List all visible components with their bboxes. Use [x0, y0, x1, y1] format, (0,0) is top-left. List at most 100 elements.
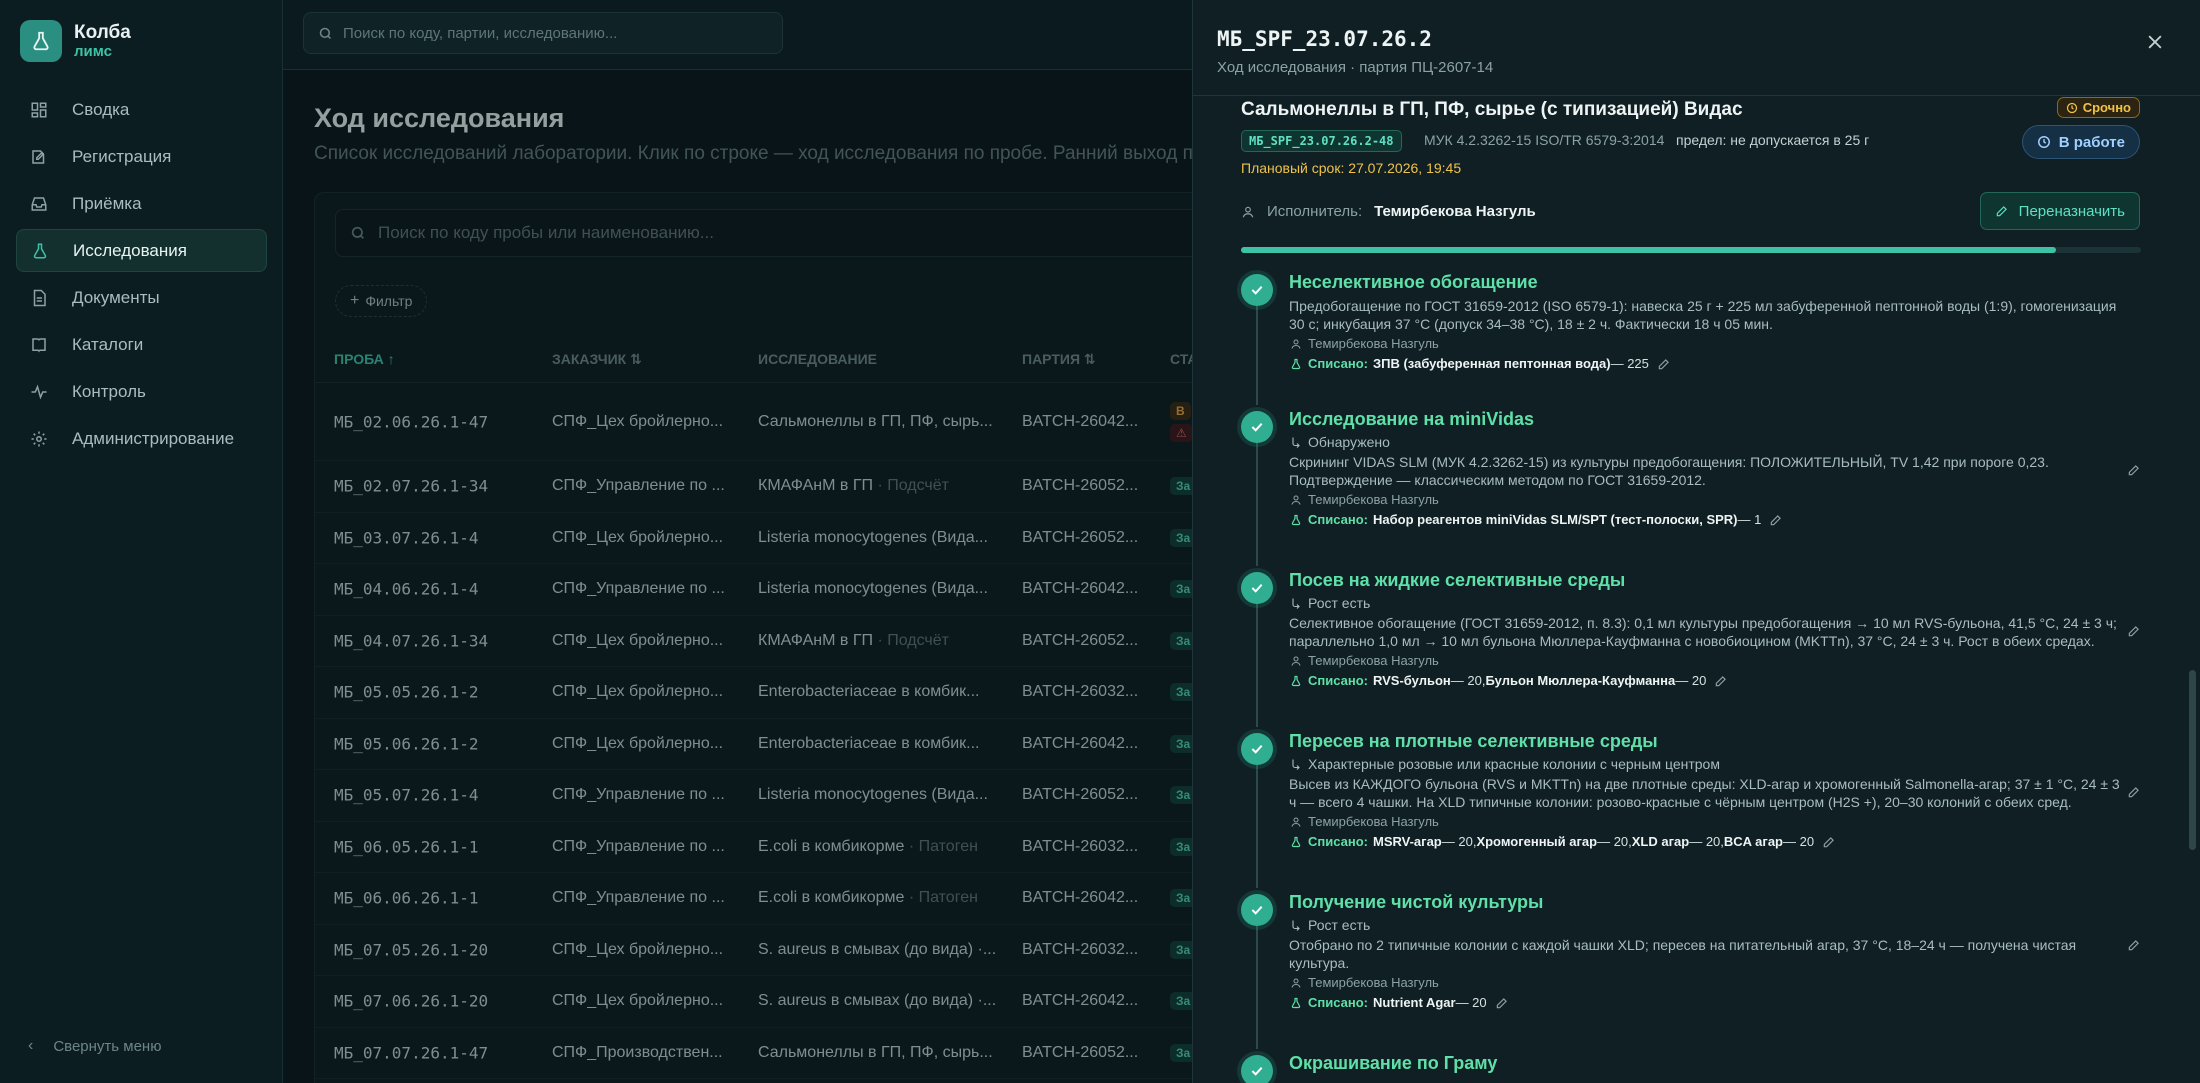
- step-person: Темирбекова Назгуль: [1289, 336, 2129, 351]
- user-icon: [1289, 493, 1303, 507]
- brand-name: Колба: [74, 22, 131, 43]
- sidebar-item-control[interactable]: Контроль: [16, 370, 267, 413]
- writeoff-item: Бульон Мюллера-Кауфманна: [1485, 673, 1676, 688]
- writeoff-item: Nutrient Agar: [1372, 995, 1456, 1010]
- timeline-connector: [1256, 304, 1258, 405]
- step-body: Исследование на miniVidas Обнаружено Скрин…: [1289, 407, 2129, 527]
- chevron-left-icon: ‹: [28, 1037, 34, 1054]
- step-writeoff: Списано: Набор реагентов miniVidas SLM/SP…: [1289, 512, 2129, 527]
- pencil-icon[interactable]: [1769, 513, 1783, 527]
- document-icon: [28, 287, 50, 309]
- sidebar-item-documents[interactable]: Документы: [16, 276, 267, 319]
- book-icon: [28, 334, 50, 356]
- edit-step-icon[interactable]: [2127, 938, 2143, 954]
- step-outcome: Обнаружено: [1289, 434, 2129, 450]
- pencil-icon[interactable]: [1657, 357, 1671, 371]
- writeoff-item: MSRV-агар: [1372, 834, 1442, 849]
- clock-icon: [2037, 136, 2050, 148]
- edit-step-icon[interactable]: [2127, 785, 2143, 801]
- step-person-name: Темирбекова Назгуль: [1308, 653, 1439, 668]
- drawer-backdrop[interactable]: [283, 70, 1192, 1083]
- urgent-badge: Срочно: [2056, 97, 2140, 118]
- step-person-name: Темирбекова Назгуль: [1308, 336, 1439, 351]
- brand-sub: лимс: [74, 43, 112, 60]
- sidebar-item-label: Каталоги: [72, 334, 144, 354]
- sidebar-item-summary[interactable]: Сводка: [16, 88, 267, 131]
- writeoff-qty: — 20: [1675, 673, 1707, 688]
- progress-bar: [1241, 247, 2141, 253]
- sidebar-item-label: Администрирование: [72, 428, 235, 448]
- brand[interactable]: Колба лимс: [20, 20, 131, 62]
- writeoff-item: Хромогенный агар: [1476, 834, 1598, 849]
- flask-icon: [1289, 513, 1303, 527]
- status-label: В работе: [2058, 133, 2125, 151]
- status-in-work-button[interactable]: В работе: [2021, 125, 2140, 159]
- collapse-label: Свернуть меню: [53, 1037, 162, 1055]
- step-title: Исследование на miniVidas: [1289, 409, 1534, 429]
- edit-step-icon[interactable]: [2127, 624, 2143, 640]
- check-circle-icon: [1241, 411, 1273, 443]
- branch-icon: [1289, 757, 1303, 771]
- writeoff-label: Списано:: [1308, 512, 1368, 527]
- check-circle-icon: [1241, 572, 1273, 604]
- writeoff-qty: — 20: [1455, 995, 1487, 1010]
- writeoff-label: Списано:: [1308, 834, 1368, 849]
- sidebar-item-admin[interactable]: Администрирование: [16, 417, 267, 460]
- sidebar-item-acceptance[interactable]: Приёмка: [16, 182, 267, 225]
- step-person: Темирбекова Назгуль: [1289, 492, 2129, 507]
- writeoff-item: ЗПВ (забуференная пептонная вода): [1372, 356, 1611, 371]
- step-body: Пересев на плотные селективные среды Хара…: [1289, 729, 2129, 849]
- step-person: Темирбекова Назгуль: [1289, 814, 2129, 829]
- step-outcome: Рост есть: [1289, 595, 2129, 611]
- step-description: Скрининг VIDAS SLM (МУК 4.2.3262-15) из …: [1289, 454, 2049, 488]
- pulse-icon: [28, 381, 50, 403]
- sidebar-item-label: Исследования: [73, 240, 187, 260]
- sidebar-item-catalogs[interactable]: Каталоги: [16, 323, 267, 366]
- writeoff-item: BCA агар: [1723, 834, 1783, 849]
- user-icon: [1289, 815, 1303, 829]
- check-circle-icon: [1241, 1055, 1273, 1083]
- step-writeoff: Списано: MSRV-агар — 20, Хромогенный агар…: [1289, 834, 2129, 849]
- executor-row: Исполнитель: Темирбекова Назгуль: [1241, 203, 1536, 220]
- deadline-text: Плановый срок: 27.07.2026, 19:45: [1241, 160, 1462, 176]
- step-outcome-text: Рост есть: [1308, 917, 1371, 933]
- user-icon: [1289, 337, 1303, 351]
- sidebar-item-studies[interactable]: Исследования: [16, 229, 267, 272]
- sidebar-item-registration[interactable]: Регистрация: [16, 135, 267, 178]
- pencil-icon: [1996, 206, 2007, 217]
- step-outcome: Рост есть: [1289, 917, 2129, 933]
- sidebar-item-label: Контроль: [72, 381, 146, 401]
- study-title: Сальмонеллы в ГП, ПФ, сырье (с типизацие…: [1241, 99, 1743, 120]
- drawer-title: МБ_SPF_23.07.26.2: [1217, 27, 1432, 51]
- register-icon: [28, 146, 50, 168]
- global-search-placeholder: Поиск по коду, партии, исследованию...: [343, 24, 618, 42]
- writeoff-qty: — 20,: [1689, 834, 1724, 849]
- close-icon[interactable]: [2145, 32, 2165, 52]
- pencil-icon[interactable]: [1714, 674, 1728, 688]
- clock-icon: [2066, 102, 2077, 113]
- sidebar-nav: Сводка Регистрация Приёмка Исследования …: [16, 88, 267, 464]
- step-outcome-text: Обнаружено: [1308, 434, 1390, 450]
- step-person-name: Темирбекова Назгуль: [1308, 814, 1439, 829]
- reassign-button[interactable]: Переназначить: [1979, 192, 2140, 230]
- flask-icon: [1289, 835, 1303, 849]
- pencil-icon[interactable]: [1822, 835, 1836, 849]
- branch-icon: [1289, 918, 1303, 932]
- global-search-input[interactable]: Поиск по коду, партии, исследованию...: [303, 12, 783, 54]
- writeoff-label: Списано:: [1308, 356, 1368, 371]
- flask-icon: [1289, 996, 1303, 1010]
- drawer-scrollbar[interactable]: [2189, 670, 2196, 850]
- collapse-menu-button[interactable]: ‹ Свернуть меню: [28, 1037, 161, 1055]
- pencil-icon[interactable]: [1495, 996, 1509, 1010]
- drawer-header: МБ_SPF_23.07.26.2 Ход исследования · пар…: [1193, 0, 2200, 96]
- edit-step-icon[interactable]: [2127, 463, 2143, 479]
- sidebar: Колба лимс Сводка Регистрация Приёмка Ис…: [0, 0, 283, 1083]
- flask-icon: [1289, 357, 1303, 371]
- sidebar-item-label: Документы: [72, 287, 160, 307]
- step-title: Окрашивание по Граму: [1289, 1053, 1498, 1073]
- user-icon: [1242, 206, 1254, 217]
- step-outcome-text: Рост есть: [1308, 595, 1371, 611]
- method-text: МУК 4.2.3262-15 ISO/TR 6579-3:2014: [1424, 132, 1665, 148]
- writeoff-item: RVS-бульон: [1372, 673, 1451, 688]
- timeline-connector: [1256, 924, 1258, 1049]
